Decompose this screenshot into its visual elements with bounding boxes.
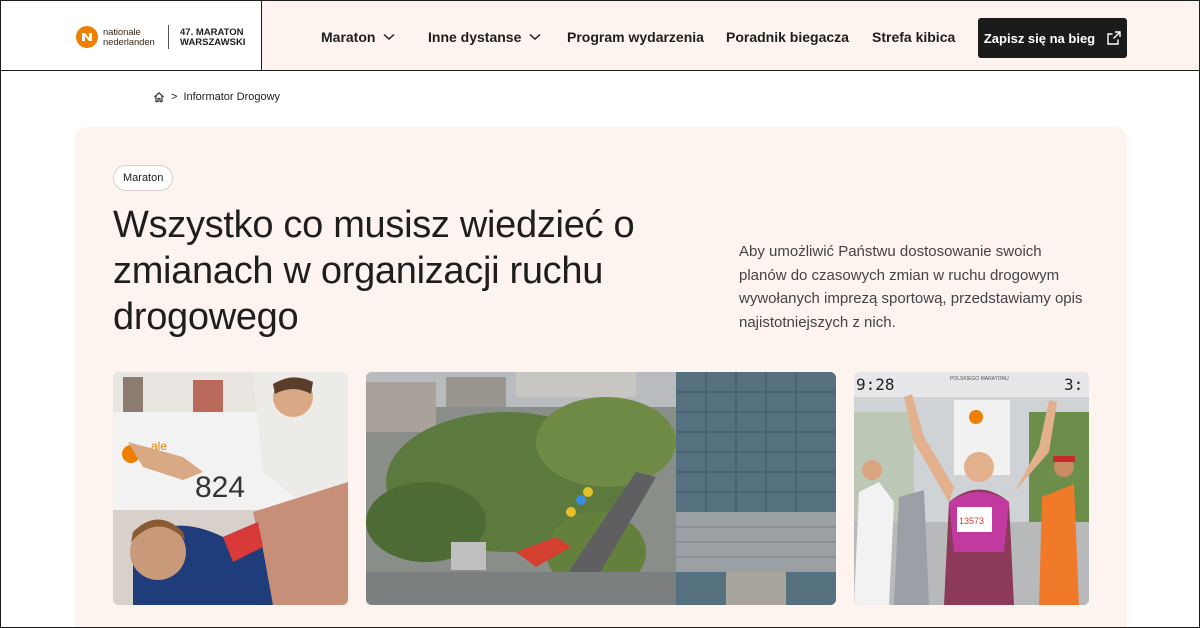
chevron-down-icon: [529, 33, 541, 41]
register-button[interactable]: Zapisz się na bieg: [978, 18, 1127, 58]
nav-item-poradnik[interactable]: Poradnik biegacza: [726, 29, 849, 45]
external-link-icon: [1107, 31, 1121, 45]
aerial-city-photo: [366, 372, 836, 605]
nav-item-maraton[interactable]: Maraton: [321, 29, 395, 45]
clock-right: 3:: [1064, 375, 1083, 394]
brand-area[interactable]: nationale nederlanden 47. MARATON WARSZA…: [0, 0, 262, 70]
home-icon[interactable]: [153, 91, 165, 103]
breadcrumb-current: Informator Drogowy: [183, 91, 281, 103]
site-header: nationale nederlanden 47. MARATON WARSZA…: [0, 0, 1200, 71]
event-wordmark: 47. MARATON WARSZAWSKI: [180, 28, 245, 48]
brand-divider: [168, 25, 169, 49]
runner-bib: 13573: [959, 516, 984, 526]
page-title: Wszystko co musisz wiedzieć o zmianach w…: [113, 204, 635, 338]
nn-logo-icon: [76, 26, 98, 48]
lead-paragraph: Aby umożliwić Państwu dostosowanie swoic…: [739, 243, 1083, 331]
nav-item-label: Strefa kibica: [872, 29, 956, 45]
nav-item-label: Maraton: [321, 29, 376, 45]
chevron-down-icon: [383, 33, 395, 41]
finish-line-photo: 9:28 3: POLSKIEGO MARATONU 13573: [854, 372, 1089, 605]
event-line-2: WARSZAWSKI: [180, 37, 246, 48]
bib-number: 824: [195, 471, 245, 504]
nav-item-program[interactable]: Program wydarzenia: [567, 29, 704, 45]
high-five-photo: ale 824: [113, 372, 348, 605]
brand-line-2: nederlanden: [103, 37, 155, 48]
nav-item-strefa-kibica[interactable]: Strefa kibica: [872, 29, 955, 45]
breadcrumb-separator: >: [171, 91, 178, 103]
register-button-label: Zapisz się na bieg: [983, 30, 1096, 46]
nav-item-label: Inne dystanse: [428, 29, 522, 45]
clock-left: 9:28: [856, 375, 895, 394]
nav-item-label: Program wydarzenia: [567, 29, 704, 45]
breadcrumb: > Informator Drogowy: [153, 91, 280, 103]
nav-item-label: Poradnik biegacza: [726, 29, 849, 45]
finish-banner-text: POLSKIEGO MARATONU: [950, 376, 1009, 382]
nav-item-inne-dystanse[interactable]: Inne dystanse: [428, 29, 541, 45]
category-tag[interactable]: Maraton: [113, 165, 174, 191]
brand-wordmark: nationale nederlanden: [103, 28, 155, 48]
